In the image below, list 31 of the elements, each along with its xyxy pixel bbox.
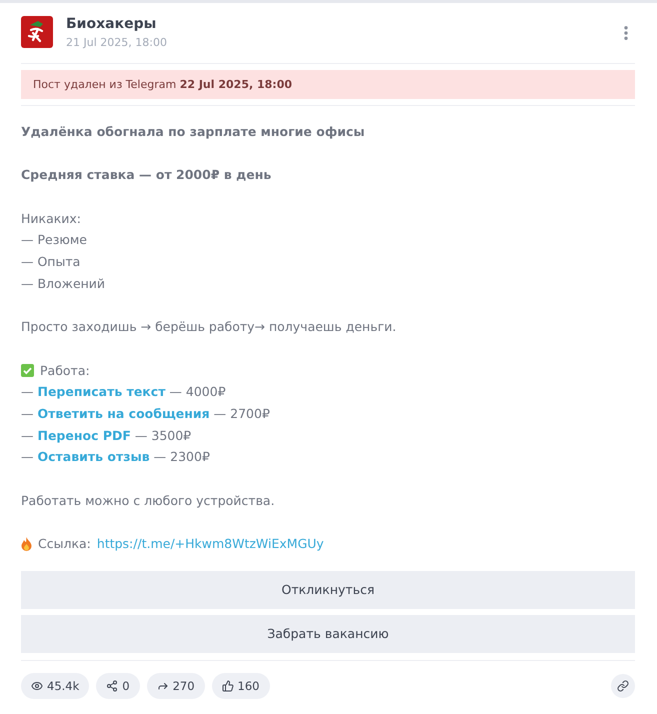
action-button[interactable]: Забрать вакансию [21, 614, 635, 653]
deleted-notice: Пост удален из Telegram 22 Jul 2025, 18:00 [21, 70, 635, 99]
job-line: — Ответить на сообщения — 2700₽ [21, 404, 270, 423]
action-button[interactable]: Откликнуться [21, 570, 635, 609]
post-text: — Вложений [21, 274, 106, 293]
post-text: — Резюме [21, 231, 87, 250]
job-line: — Оставить отзыв — 2300₽ [21, 448, 210, 466]
fire-icon [21, 536, 32, 551]
post-date: 21 Jul 2025, 18:00 [66, 36, 168, 49]
stat-value: 45.4k [47, 678, 80, 693]
stat-value: 0 [122, 678, 130, 693]
checkmark-icon [21, 364, 34, 377]
post-text: Никаких: [21, 210, 82, 228]
post-text: Работать можно с любого устройства. [21, 492, 275, 510]
channel-avatar [21, 16, 53, 48]
job-line: — Переписать текст — 4000₽ [21, 383, 226, 402]
post-text: Работа: [40, 362, 90, 380]
share-icon [106, 680, 118, 692]
eye-icon [31, 680, 43, 692]
stat-value: 270 [172, 678, 195, 693]
post-text: Средняя ставка — от 2000₽ в день [21, 166, 272, 184]
thumbs-up-icon [222, 680, 234, 692]
post-text: Удалёнка обогнала по зарплате многие офисы [21, 123, 365, 141]
stat-value: 160 [238, 678, 260, 693]
channel-name: Биохакеры [66, 16, 158, 32]
copy-link-button[interactable] [611, 674, 635, 698]
post-text: Ссылка: [38, 535, 91, 554]
link-icon [617, 680, 629, 692]
post-text: Просто заходишь → берёшь работу→ получаешь деньги. [21, 318, 396, 336]
post-text: — Опыта [21, 253, 80, 272]
job-line: — Перенос PDF — 3500₽ [21, 426, 192, 445]
